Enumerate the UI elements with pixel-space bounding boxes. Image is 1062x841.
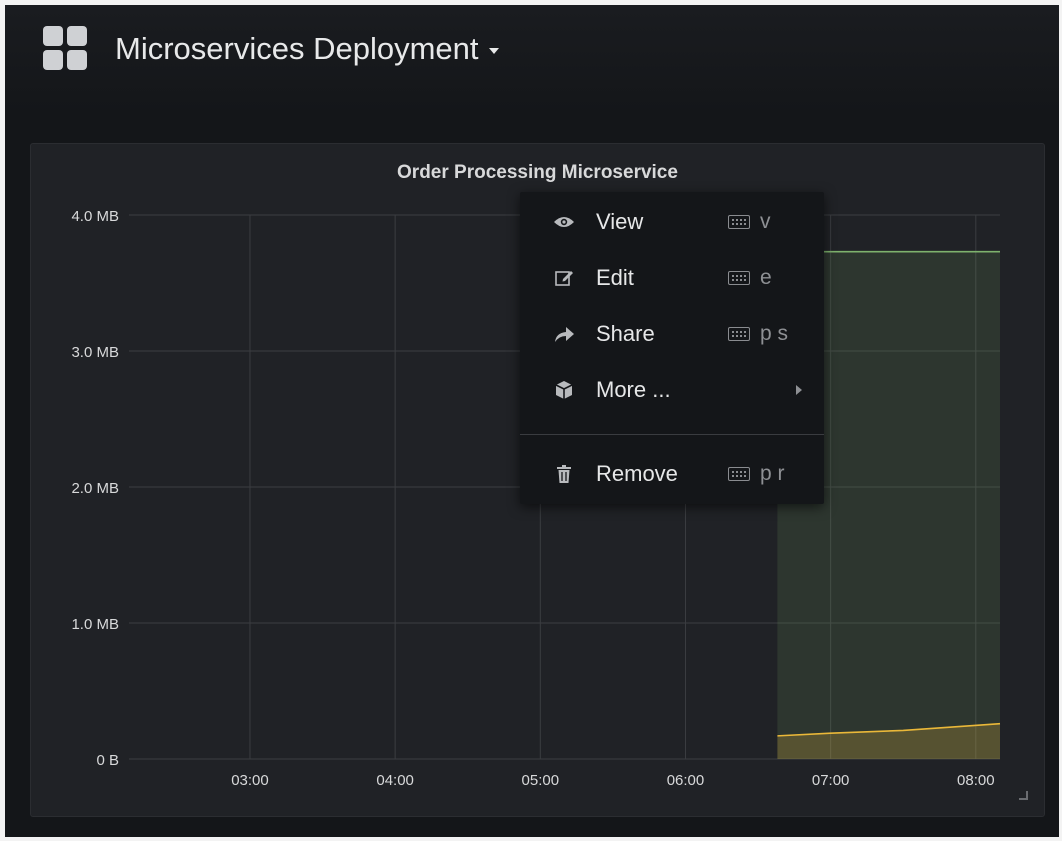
x-tick-label: 08:00 [957, 772, 995, 789]
menu-item-label: Share [596, 321, 655, 346]
y-tick-label: 4.0 MB [71, 208, 119, 225]
menu-item-share[interactable]: Share p s [520, 310, 824, 358]
submenu-arrow-icon [796, 385, 802, 395]
eye-icon [552, 210, 576, 234]
cube-icon [552, 378, 576, 402]
app-window: Microservices Deployment 0 B 1.0 MB 2.0 MB… [5, 5, 1059, 837]
panel-title[interactable]: Order Processing Microservice [31, 162, 1044, 184]
menu-item-label: Remove [596, 461, 678, 486]
dashboard-grid-icon[interactable] [43, 26, 87, 70]
shortcut-hint: p r [760, 462, 785, 485]
menu-item-more[interactable]: More ... [520, 366, 824, 414]
y-tick-label: 3.0 MB [71, 344, 119, 361]
shortcut-hint: p s [760, 322, 789, 345]
y-tick-label: 2.0 MB [71, 480, 119, 497]
x-tick-label: 04:00 [376, 772, 414, 789]
caret-down-icon [488, 47, 499, 54]
x-tick-label: 06:00 [667, 772, 705, 789]
keyboard-icon [728, 215, 750, 229]
edit-icon [552, 266, 576, 290]
dashboard-header: Microservices Deployment [5, 5, 1059, 115]
dashboard-title: Microservices Deployment [115, 31, 479, 66]
y-tick-label: 1.0 MB [71, 616, 119, 633]
shortcut-hint: e [760, 266, 772, 289]
menu-item-edit[interactable]: Edit e [520, 254, 824, 302]
keyboard-icon [728, 467, 750, 481]
menu-item-remove[interactable]: Remove p r [520, 450, 824, 498]
panel-context-menu: View v Edit e Share p s More ... Remove … [520, 192, 824, 504]
keyboard-icon [728, 327, 750, 341]
panel-resize-handle[interactable] [1019, 791, 1028, 800]
x-tick-label: 05:00 [522, 772, 560, 789]
menu-item-label: More ... [596, 377, 671, 402]
x-tick-label: 03:00 [231, 772, 269, 789]
share-icon [552, 322, 576, 346]
shortcut-hint: v [760, 210, 771, 233]
menu-item-view[interactable]: View v [520, 198, 824, 246]
x-tick-label: 07:00 [812, 772, 850, 789]
menu-item-label: View [596, 209, 644, 234]
y-tick-label: 0 B [96, 752, 119, 769]
trash-icon [552, 462, 576, 486]
dashboard-title-dropdown[interactable]: Microservices Deployment [115, 25, 499, 73]
menu-item-label: Edit [596, 265, 634, 290]
menu-divider [520, 434, 824, 435]
keyboard-icon [728, 271, 750, 285]
